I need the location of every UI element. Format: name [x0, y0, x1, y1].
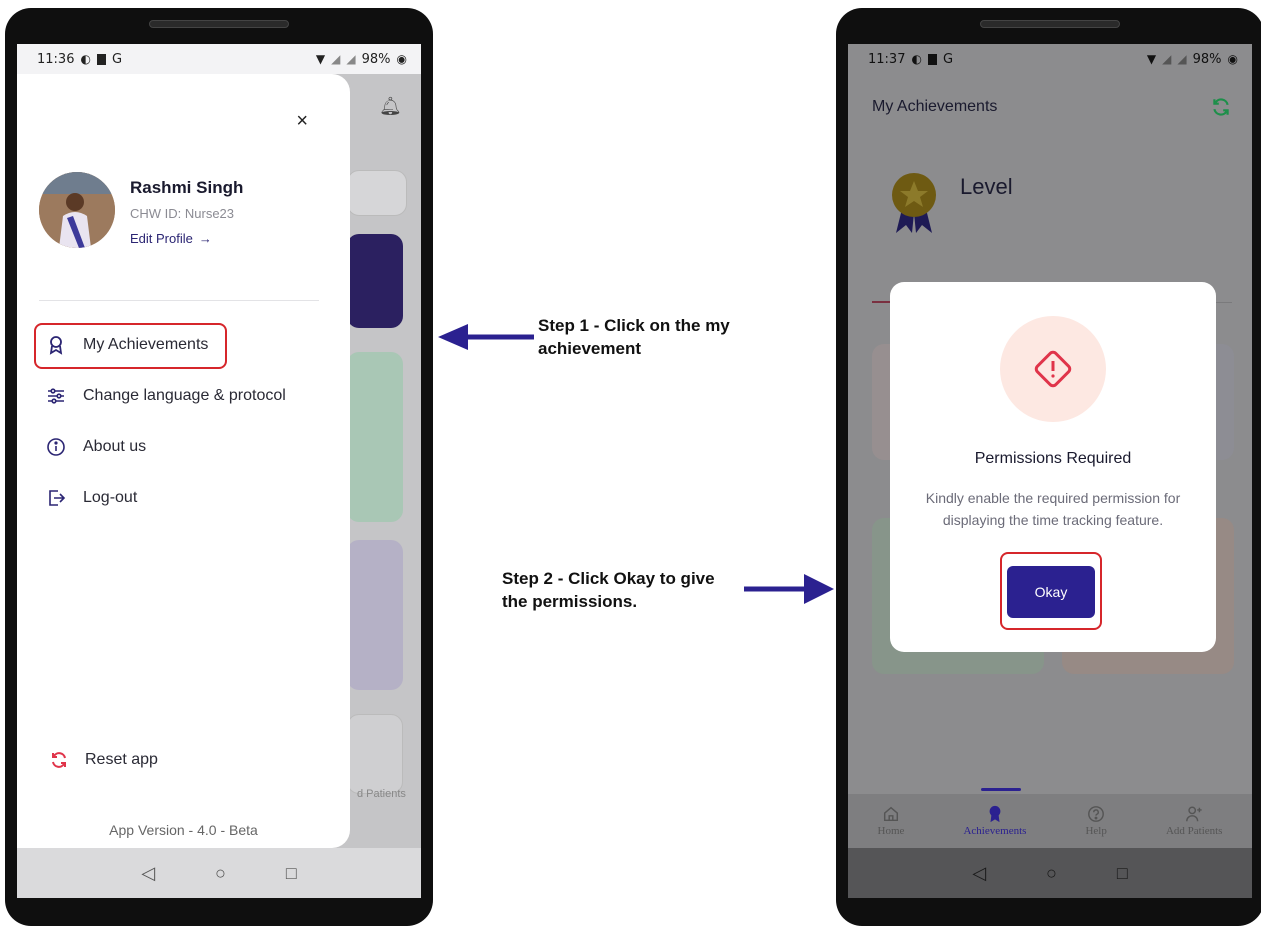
bg-banner-card: [347, 234, 403, 328]
left-phone-screen: 11:36 ◐ G ▼ ◢ ◢ 98% ◉ 🔔︎ d Patients × Ra…: [17, 44, 421, 898]
info-bubble-icon: [45, 436, 67, 458]
tab-help[interactable]: Help: [1085, 805, 1107, 837]
nav-recent-button[interactable]: □: [286, 863, 297, 884]
signal-icon: ◢: [1162, 52, 1172, 66]
reset-app-label: Reset app: [85, 751, 158, 768]
status-time: 11:37: [868, 51, 906, 67]
menu-item-label: Log-out: [83, 489, 138, 506]
divider: [39, 300, 319, 301]
step2-arrow: [744, 574, 834, 604]
edit-profile-link[interactable]: Edit Profile →: [130, 231, 212, 246]
status-bar: 11:37 ◐ G ▼ ◢ ◢ 98% ◉: [848, 44, 1252, 74]
tab-label: Home: [877, 825, 905, 837]
sliders-icon: [45, 385, 67, 407]
dialog-title: Permissions Required: [974, 450, 1132, 467]
wifi-icon: ▼: [1146, 52, 1157, 66]
phone-speaker: [980, 20, 1120, 28]
level-label: Level: [960, 174, 1013, 199]
achievement-ribbon-icon: [45, 334, 67, 356]
tab-label: Achievements: [963, 825, 1027, 837]
right-phone-frame: 11:37 ◐ G ▼ ◢ ◢ 98% ◉ My Achievements Le…: [836, 8, 1261, 926]
wifi-icon: ▼: [315, 52, 326, 66]
level-medal-icon: [892, 173, 936, 233]
menu-item-my-achievements[interactable]: My Achievements: [45, 334, 208, 356]
tab-label: Help: [1085, 825, 1107, 837]
warning-diamond-icon: [1034, 350, 1072, 388]
profile-id: CHW ID: Nurse23: [130, 206, 235, 221]
tab-home[interactable]: Home: [877, 805, 905, 837]
system-nav-bar: ◁ ○ □: [17, 848, 421, 898]
active-tab-indicator: [981, 788, 1021, 791]
data-saver-icon: ◐: [911, 52, 922, 66]
nav-back-button[interactable]: ◁: [972, 863, 986, 884]
battery-icon: ◉: [396, 52, 407, 66]
sim-icon: [927, 53, 937, 65]
close-icon[interactable]: ×: [296, 110, 308, 133]
signal-icon-2: ◢: [346, 52, 356, 66]
arrow-right-icon: →: [198, 231, 212, 246]
dialog-message: Kindly enable the required permission fo…: [925, 490, 1181, 528]
navigation-drawer: × Rashmi Singh CHW ID: Nurse23 Edit Prof…: [17, 74, 350, 848]
reset-app-button[interactable]: Reset app: [49, 750, 158, 770]
menu-item-label: Change language & protocol: [83, 387, 286, 404]
step2-annotation: Step 2 - Click Okay to give the permissi…: [502, 569, 715, 611]
left-phone-frame: 11:36 ◐ G ▼ ◢ ◢ 98% ◉ 🔔︎ d Patients × Ra…: [5, 8, 433, 926]
avatar[interactable]: [39, 172, 115, 248]
menu-item-log-out[interactable]: Log-out: [45, 487, 137, 509]
data-saver-icon: ◐: [80, 52, 91, 66]
signal-icon-2: ◢: [1177, 52, 1187, 66]
carrier-label: G: [111, 51, 123, 67]
reset-icon: [52, 752, 66, 768]
refresh-icon[interactable]: [1210, 96, 1232, 118]
home-icon: [883, 806, 898, 822]
bg-search-card: [347, 170, 407, 216]
sim-icon: [96, 53, 106, 65]
status-time: 11:36: [37, 51, 75, 67]
tab-achievements[interactable]: Achievements: [963, 805, 1026, 837]
bg-purple-card: [347, 540, 403, 690]
menu-item-label: My Achievements: [83, 336, 209, 353]
add-patients-peek: d Patients: [357, 788, 406, 800]
step1-arrow: [438, 324, 534, 350]
system-nav-bar: ◁ ○ □: [848, 848, 1252, 898]
battery-percent: 98%: [1192, 51, 1222, 67]
menu-item-change-language[interactable]: Change language & protocol: [45, 385, 286, 407]
phone-speaker: [149, 20, 289, 28]
avatar-photo-icon: [39, 172, 115, 248]
battery-icon: ◉: [1227, 52, 1238, 66]
carrier-label: G: [942, 51, 954, 67]
bell-icon: 🔔︎: [379, 96, 402, 116]
signal-icon: ◢: [331, 52, 341, 66]
add-user-icon: [1186, 806, 1202, 822]
step1-annotation: Step 1 - Click on the my achievement: [538, 316, 730, 358]
tab-add-patients[interactable]: Add Patients: [1165, 805, 1223, 837]
nav-home-button[interactable]: ○: [215, 863, 226, 884]
nav-home-button[interactable]: ○: [1046, 863, 1057, 884]
menu-item-about-us[interactable]: About us: [45, 436, 146, 458]
profile-name: Rashmi Singh: [130, 178, 244, 197]
nav-recent-button[interactable]: □: [1117, 863, 1128, 884]
bg-green-card: [347, 352, 403, 522]
app-version: App Version - 4.0 - Beta: [109, 822, 258, 838]
nav-back-button[interactable]: ◁: [141, 863, 155, 884]
logout-icon: [45, 487, 67, 509]
right-phone-screen: 11:37 ◐ G ▼ ◢ ◢ 98% ◉ My Achievements Le…: [848, 44, 1252, 898]
help-icon: [1088, 806, 1105, 822]
okay-button[interactable]: Okay: [1007, 566, 1095, 618]
page-title: My Achievements: [872, 98, 998, 115]
ribbon-icon: [989, 805, 1001, 823]
alert-badge: [1000, 316, 1106, 422]
tab-label: Add Patients: [1165, 825, 1223, 837]
permissions-dialog: Permissions Required Kindly enable the r…: [890, 282, 1216, 652]
bottom-tab-bar: Home Achievements Help Add Patients: [848, 794, 1252, 848]
battery-percent: 98%: [361, 51, 391, 67]
menu-item-label: About us: [83, 438, 147, 455]
edit-profile-label: Edit Profile: [130, 231, 193, 246]
status-bar: 11:36 ◐ G ▼ ◢ ◢ 98% ◉: [17, 44, 421, 74]
bg-white-card: [347, 714, 403, 794]
